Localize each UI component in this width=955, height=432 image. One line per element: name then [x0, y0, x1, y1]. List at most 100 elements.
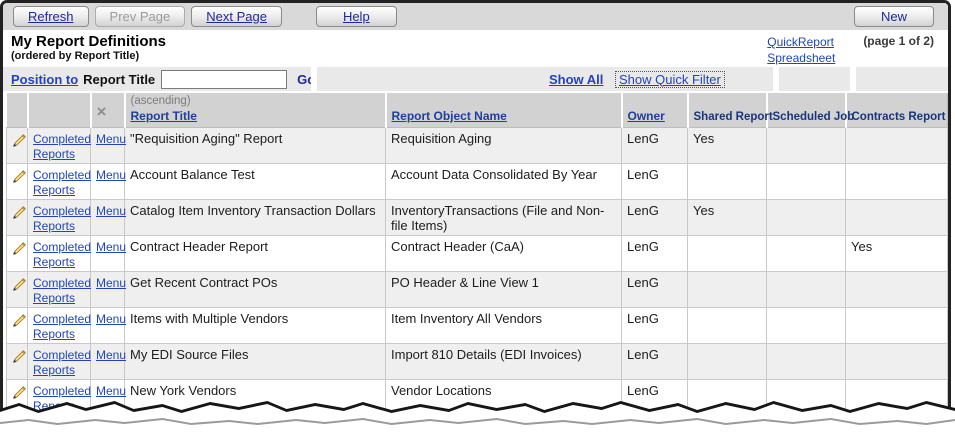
completed-reports-link[interactable]: Completed Reports	[33, 240, 91, 269]
report-object-name-cell: Vendor Locations	[386, 380, 622, 416]
report-object-name-cell: PO Header & Line View 1	[386, 272, 622, 308]
report-title-cell: Get Recent Contract POs	[125, 272, 386, 308]
sort-by-owner-link[interactable]: Owner	[628, 109, 665, 123]
completed-reports-cell: Completed Reports	[28, 344, 91, 380]
sort-by-report-title-link[interactable]: Report Title	[131, 109, 197, 123]
completed-reports-cell: Completed Reports	[28, 416, 91, 431]
menu-link[interactable]: Menu	[96, 384, 126, 398]
position-to-input[interactable]	[161, 70, 287, 89]
show-all-link[interactable]: Show All	[549, 72, 603, 87]
scheduled-job-cell	[767, 272, 846, 308]
contracts-report-cell	[846, 416, 948, 431]
page-indicator: (page 1 of 2)	[863, 34, 934, 48]
edit-report-button[interactable]	[7, 200, 28, 236]
edit-report-button[interactable]	[7, 416, 28, 431]
title-right: QuickReport Spreadsheet (page 1 of 2)	[767, 34, 940, 64]
edit-report-button[interactable]	[7, 272, 28, 308]
scheduled-job-cell	[767, 380, 846, 416]
report-object-name-cell: Import 810 Details (EDI Invoices)	[386, 344, 622, 380]
refresh-button[interactable]: Refresh	[13, 6, 89, 27]
owner-cell: LenG	[622, 164, 688, 200]
edit-pencil-icon	[12, 241, 27, 256]
menu-link[interactable]: Menu	[96, 276, 126, 290]
edit-pencil-icon	[12, 133, 27, 148]
title-area: My Report Definitions (ordered by Report…	[3, 30, 948, 66]
report-object-name-cell: Item Inventory All Vendors	[386, 308, 622, 344]
completed-reports-link[interactable]: Completed Reports	[33, 384, 91, 413]
show-quick-filter-button[interactable]: Show Quick Filter	[615, 71, 725, 88]
edit-pencil-icon	[12, 421, 27, 430]
scheduled-job-cell	[767, 308, 846, 344]
contracts-report-cell	[846, 128, 948, 164]
menu-cell: Menu	[91, 416, 125, 431]
new-button[interactable]: New	[854, 6, 934, 27]
contracts-report-cell	[846, 380, 948, 416]
help-button[interactable]: Help	[316, 6, 397, 27]
scheduled-job-cell	[767, 416, 846, 431]
clear-sort-icon[interactable]: ×	[97, 105, 107, 125]
completed-reports-cell: Completed Reports	[28, 200, 91, 236]
completed-reports-link[interactable]: Completed Reports	[33, 168, 91, 197]
edit-report-button[interactable]	[7, 344, 28, 380]
completed-reports-link[interactable]: Completed Reports	[33, 312, 91, 341]
filter-separator	[311, 67, 317, 91]
report-title-cell: Catalog Item Inventory Transaction Dolla…	[125, 200, 386, 236]
menu-cell: Menu	[91, 200, 125, 236]
contracts-report-cell	[846, 164, 948, 200]
owner-cell: LenG	[622, 308, 688, 344]
completed-reports-link[interactable]: Completed Reports	[33, 204, 91, 233]
report-row: Completed ReportsMenuNew York VendorsVen…	[7, 380, 948, 416]
menu-link[interactable]: Menu	[96, 348, 126, 362]
report-title-cell: Items with Multiple Vendors	[125, 308, 386, 344]
contracts-report-cell	[846, 200, 948, 236]
menu-link[interactable]: Menu	[96, 312, 126, 326]
menu-link[interactable]: Menu	[96, 132, 126, 146]
shared-report-cell	[688, 236, 767, 272]
shared-report-cell	[688, 344, 767, 380]
menu-cell: Menu	[91, 308, 125, 344]
next-page-button[interactable]: Next Page	[191, 6, 282, 27]
edit-report-button[interactable]	[7, 380, 28, 416]
menu-link[interactable]: Menu	[96, 240, 126, 254]
contracts-report-cell	[846, 344, 948, 380]
edit-report-button[interactable]	[7, 128, 28, 164]
menu-cell: Menu	[91, 380, 125, 416]
spreadsheet-link[interactable]: Spreadsheet	[767, 50, 835, 66]
contracts-report-column-header: Contracts Report	[846, 93, 948, 128]
position-to-link[interactable]: Position to	[11, 72, 78, 87]
completed-reports-link[interactable]: Completed Reports	[33, 276, 91, 305]
report-row: Completed ReportsMenuAccount Balance Tes…	[7, 164, 948, 200]
owner-column-header: Owner	[622, 93, 688, 128]
position-field-label: Report Title	[83, 72, 155, 87]
shared-report-cell	[688, 164, 767, 200]
sort-direction-label: (ascending)	[131, 95, 380, 107]
completed-reports-column-header	[28, 93, 91, 128]
page-subtitle: (ordered by Report Title)	[11, 50, 166, 62]
menu-link[interactable]: Menu	[96, 204, 126, 218]
menu-cell: Menu	[91, 128, 125, 164]
completed-reports-cell: Completed Reports	[28, 272, 91, 308]
edit-report-button[interactable]	[7, 164, 28, 200]
sort-by-report-object-name-link[interactable]: Report Object Name	[392, 109, 507, 123]
scheduled-job-cell	[767, 236, 846, 272]
page-title: My Report Definitions	[11, 34, 166, 50]
edit-report-button[interactable]	[7, 236, 28, 272]
edit-report-button[interactable]	[7, 308, 28, 344]
owner-cell: LenG	[622, 344, 688, 380]
completed-reports-link[interactable]: Completed Reports	[33, 348, 91, 377]
menu-cell: Menu	[91, 164, 125, 200]
contracts-report-cell	[846, 308, 948, 344]
shared-report-cell: Yes	[688, 128, 767, 164]
report-definitions-screen: Refresh Prev Page Next Page Help New My …	[0, 0, 955, 432]
owner-cell: LenG	[622, 272, 688, 308]
report-object-name-column-header: Report Object Name	[386, 93, 622, 128]
report-title-cell: "Requisition Aging" Report	[125, 128, 386, 164]
completed-reports-cell: Completed Reports	[28, 128, 91, 164]
quick-report-link[interactable]: QuickReport	[767, 34, 834, 50]
completed-reports-link[interactable]: Completed Reports	[33, 420, 91, 430]
completed-reports-link[interactable]: Completed Reports	[33, 132, 91, 161]
menu-link[interactable]: Menu	[96, 420, 126, 430]
menu-link[interactable]: Menu	[96, 168, 126, 182]
toolbar: Refresh Prev Page Next Page Help New	[3, 3, 948, 30]
report-object-name-cell: Requisition Aging	[386, 128, 622, 164]
